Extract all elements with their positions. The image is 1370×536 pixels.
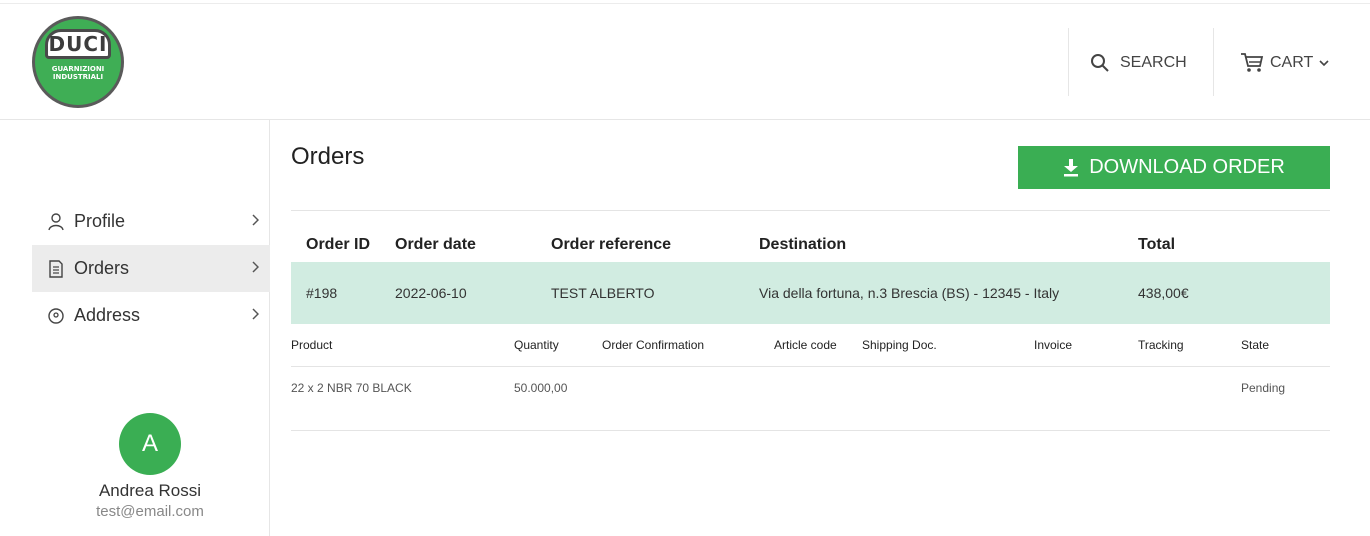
column-header-product: Product xyxy=(291,338,333,352)
user-icon xyxy=(48,212,64,231)
site-header: DUCI GUARNIZIONI INDUSTRIALI SEARCH CART xyxy=(0,4,1370,120)
product-state: Pending xyxy=(1241,381,1286,395)
cart-label: CART xyxy=(1270,54,1314,71)
column-header-shipping-doc: Shipping Doc. xyxy=(862,338,937,352)
column-header-invoice: Invoice xyxy=(1034,338,1073,352)
column-header-state: State xyxy=(1241,338,1270,352)
divider xyxy=(291,366,1330,367)
divider xyxy=(291,210,1330,211)
sidebar-item-profile[interactable]: Profile xyxy=(32,198,270,245)
download-order-button[interactable]: DOWNLOAD ORDER xyxy=(1018,146,1330,189)
order-reference: TEST ALBERTO xyxy=(551,285,655,301)
chevron-right-icon xyxy=(240,260,270,278)
sidebar-item-address[interactable]: Address xyxy=(32,292,270,339)
sidebar-item-orders[interactable]: Orders xyxy=(32,245,270,292)
order-destination: Via della fortuna, n.3 Brescia (BS) - 12… xyxy=(759,285,1060,301)
chevron-right-icon xyxy=(240,213,270,231)
cart-icon xyxy=(1240,52,1264,74)
column-header-article-code: Article code xyxy=(774,338,837,352)
page-title: Orders xyxy=(291,143,365,170)
logo[interactable]: DUCI GUARNIZIONI INDUSTRIALI xyxy=(32,16,124,108)
search-icon xyxy=(1090,53,1110,73)
cart-button[interactable]: CART xyxy=(1240,48,1329,78)
divider xyxy=(291,430,1330,431)
logo-brand: DUCI xyxy=(45,29,111,59)
column-header-quantity: Quantity xyxy=(514,338,559,352)
order-date: 2022-06-10 xyxy=(395,285,467,301)
sidebar-item-label: Profile xyxy=(74,211,126,231)
column-header-order-confirmation: Order Confirmation xyxy=(602,338,705,352)
search-label: SEARCH xyxy=(1120,54,1187,71)
download-icon xyxy=(1063,158,1079,177)
product-name: 22 x 2 NBR 70 BLACK xyxy=(291,381,412,395)
header-divider xyxy=(1213,28,1214,96)
column-header-order-id: Order ID xyxy=(306,236,371,253)
column-header-destination: Destination xyxy=(759,236,847,253)
avatar: A xyxy=(119,413,181,475)
logo-subtitle-2: INDUSTRIALI xyxy=(52,73,104,81)
chevron-right-icon xyxy=(240,307,270,325)
column-header-tracking: Tracking xyxy=(1138,338,1184,352)
column-header-total: Total xyxy=(1138,236,1176,253)
download-order-label: DOWNLOAD ORDER xyxy=(1089,156,1285,178)
document-icon xyxy=(48,259,64,278)
logo-subtitle-1: GUARNIZIONI xyxy=(51,65,105,73)
order-id: #198 xyxy=(306,285,338,301)
user-email: test@email.com xyxy=(96,503,204,520)
column-header-order-date: Order date xyxy=(395,236,476,253)
product-quantity: 50.000,00 xyxy=(514,381,568,395)
location-pin-icon xyxy=(48,307,64,325)
chevron-down-icon xyxy=(1319,59,1329,67)
order-total: 438,00€ xyxy=(1138,285,1189,301)
column-header-order-reference: Order reference xyxy=(551,236,672,253)
search-button[interactable]: SEARCH xyxy=(1090,48,1187,78)
header-divider xyxy=(1068,28,1069,96)
sidebar-item-label: Address xyxy=(74,305,141,325)
account-sidebar: Profile Orders Address A Andrea Rossi te… xyxy=(0,120,270,536)
user-name: Andrea Rossi xyxy=(98,481,202,500)
logo-badge: DUCI GUARNIZIONI INDUSTRIALI xyxy=(35,19,121,105)
sidebar-item-label: Orders xyxy=(74,258,130,278)
